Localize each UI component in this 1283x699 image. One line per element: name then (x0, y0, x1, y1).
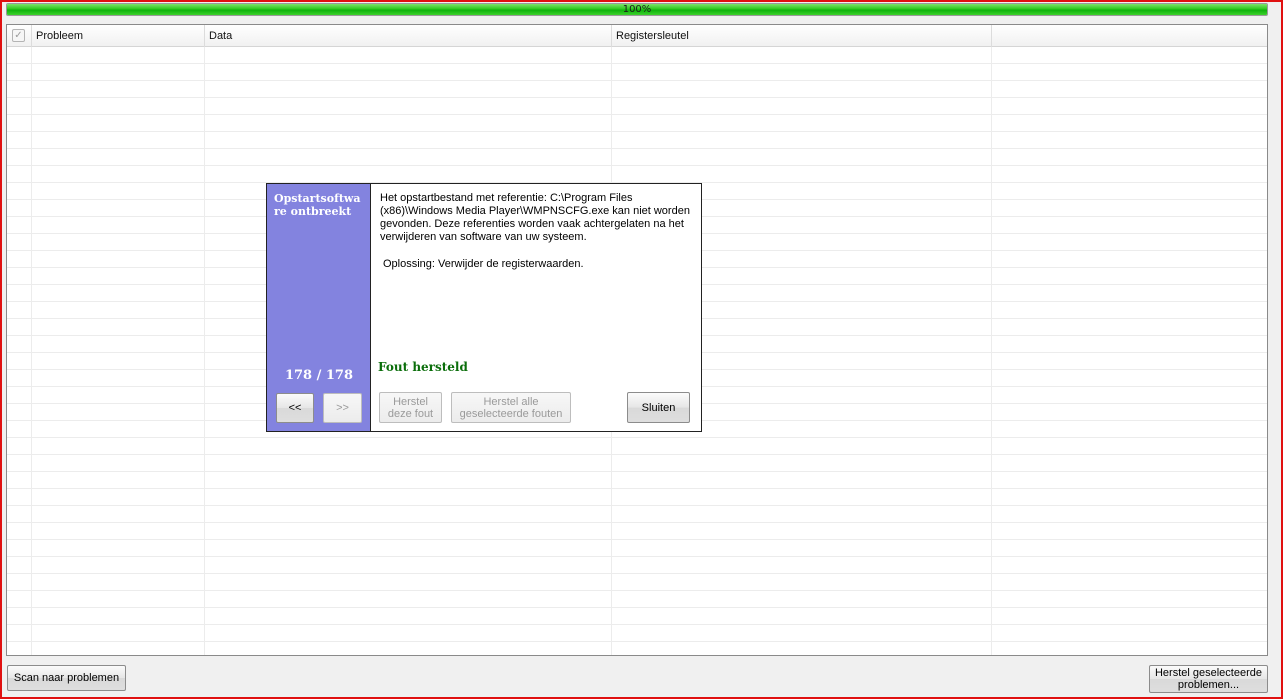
problem-detail-dialog: Opstartsoftware ontbreekt 178 / 178 << >… (266, 183, 702, 432)
problem-counter: 178 / 178 (284, 368, 354, 383)
fix-status: Fout hersteld (378, 360, 468, 374)
scan-progress-bar: 100% (6, 3, 1268, 16)
problem-title: Opstartsoftware ontbreekt (274, 192, 361, 218)
select-all-checkbox[interactable]: ✓ (12, 29, 25, 42)
column-header-empty (992, 25, 1267, 47)
scan-for-problems-button[interactable]: Scan naar problemen (7, 665, 126, 691)
problem-solution: Oplossing: Verwijder de registerwaarden. (383, 258, 584, 270)
previous-problem-button[interactable]: << (276, 393, 314, 423)
column-header-data[interactable]: Data (205, 25, 612, 47)
fix-selected-problems-button[interactable]: Herstel geselecteerde problemen... (1149, 665, 1268, 693)
table-header: ✓ Probleem Data Registersleutel (7, 25, 1267, 47)
select-all-column[interactable]: ✓ (7, 25, 32, 47)
next-problem-button[interactable]: >> (323, 393, 362, 423)
column-header-registersleutel[interactable]: Registersleutel (612, 25, 992, 47)
close-dialog-button[interactable]: Sluiten (627, 392, 690, 423)
progress-label: 100% (622, 4, 652, 15)
dialog-side-panel: Opstartsoftware ontbreekt 178 / 178 << >… (267, 184, 371, 431)
fix-this-error-button[interactable]: Herstel deze fout (379, 392, 442, 423)
problem-description: Het opstartbestand met referentie: C:\Pr… (380, 192, 690, 243)
column-header-probleem[interactable]: Probleem (32, 25, 205, 47)
fix-all-selected-button[interactable]: Herstel alle geselecteerde fouten (451, 392, 571, 423)
